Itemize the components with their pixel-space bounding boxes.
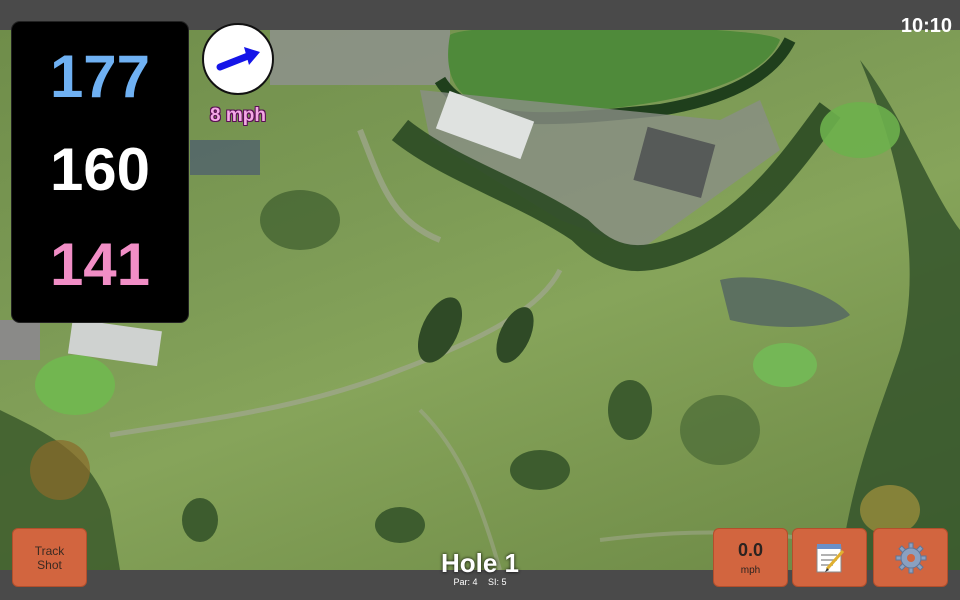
- track-shot-button[interactable]: Track Shot: [12, 528, 87, 587]
- status-clock: 10:10: [900, 15, 952, 37]
- track-shot-label-line1: Track: [34, 543, 65, 558]
- hole-par: Par: 4: [453, 577, 478, 587]
- wind-arrow-icon: [216, 47, 260, 71]
- distance-middle: 160: [49, 136, 151, 203]
- gear-icon: [895, 542, 926, 573]
- notepad-icon: [816, 543, 844, 572]
- wind-indicator: [202, 23, 274, 95]
- wind-speed-label: 8 mph: [210, 105, 266, 126]
- distance-back: 177: [49, 43, 151, 110]
- settings-button[interactable]: [873, 528, 948, 587]
- track-shot-label-line2: Shot: [37, 557, 62, 572]
- hole-stroke-index: SI: 5: [488, 577, 507, 587]
- distance-panel: 177 160 141: [12, 22, 188, 322]
- speed-value: 0.0: [737, 539, 764, 560]
- hole-title: Hole 1: [440, 548, 520, 578]
- speed-button[interactable]: 0.0 mph: [713, 528, 788, 587]
- speed-unit: mph: [740, 564, 761, 576]
- distance-front: 141: [49, 231, 151, 298]
- hole-info: Par: 4 SI: 5: [380, 577, 580, 587]
- notes-button[interactable]: [792, 528, 867, 587]
- app-screen: 10:10 177 160 141 8 mph Track Shot Hole …: [0, 0, 960, 600]
